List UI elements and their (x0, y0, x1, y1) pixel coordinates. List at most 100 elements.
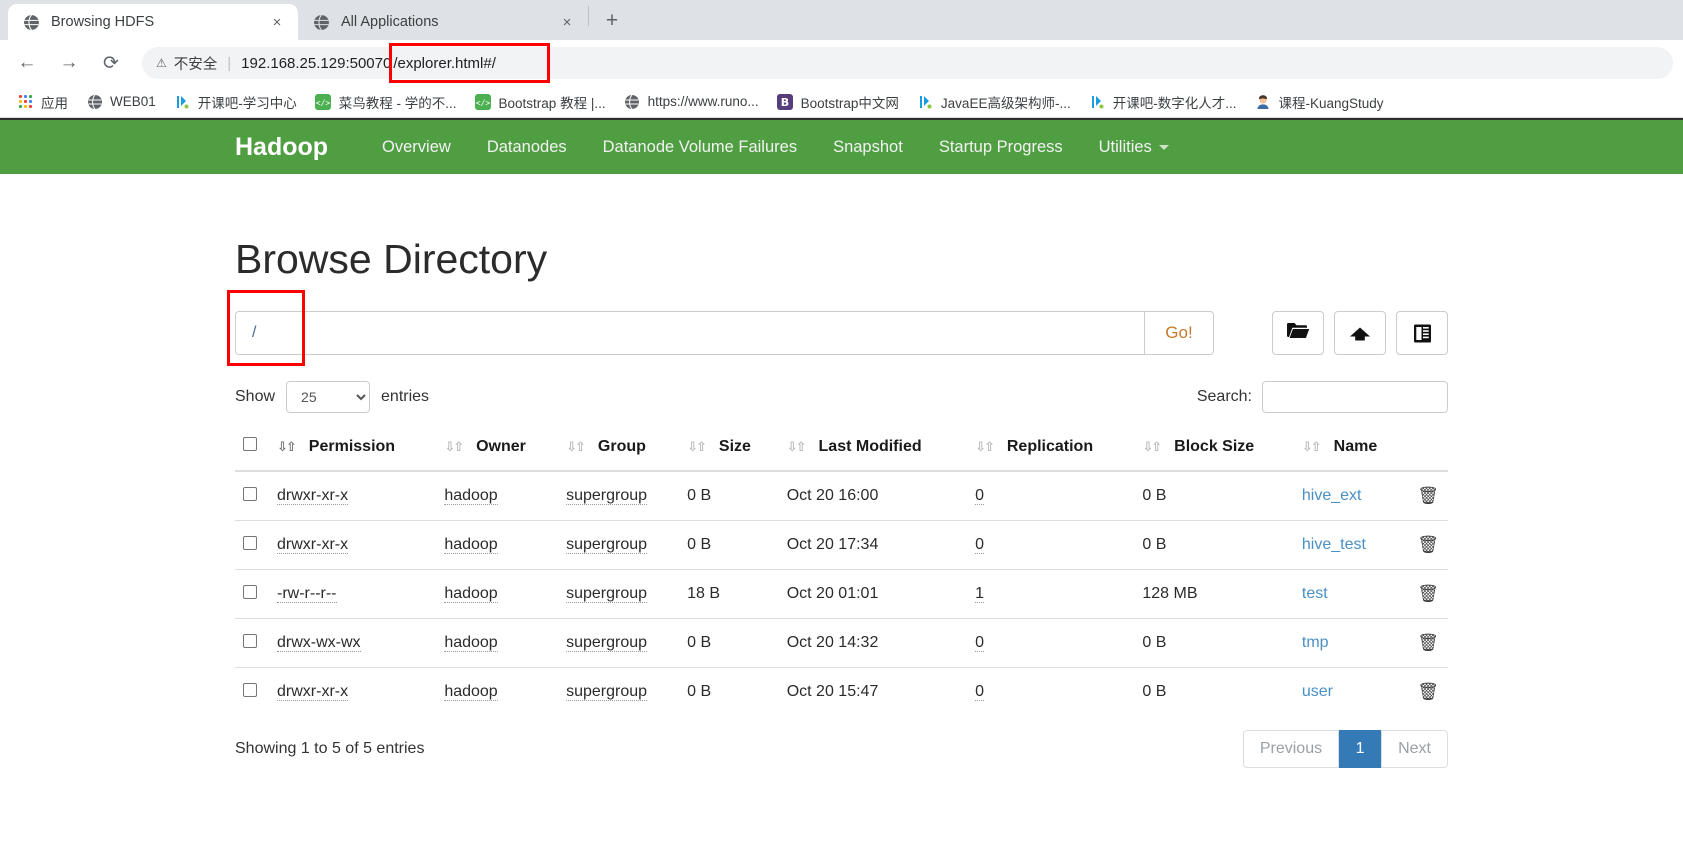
cell-delete[interactable]: 🗑 (1408, 618, 1448, 668)
nav-item-datanode-volume-failures[interactable]: Datanode Volume Failures (585, 138, 815, 157)
bookmark-javaee-architect[interactable]: JavaEE高级架构师-... (908, 89, 1080, 115)
row-checkbox[interactable] (243, 584, 257, 599)
bookmark-runoob-url[interactable]: https://www.runo... (615, 89, 768, 115)
row-checkbox[interactable] (243, 486, 257, 501)
group-value[interactable]: supergroup (566, 536, 648, 554)
replication-value[interactable]: 0 (975, 634, 984, 652)
address-bar[interactable]: ⚠ 不安全 | 192.168.25.129:50070/explorer.ht… (142, 42, 1673, 83)
file-name-link[interactable]: tmp (1302, 634, 1329, 651)
replication-value[interactable]: 0 (975, 683, 984, 701)
file-name-link[interactable]: hive_ext (1302, 487, 1362, 504)
row-select-cell[interactable] (235, 520, 269, 570)
group-value[interactable]: supergroup (566, 487, 648, 505)
replication-value[interactable]: 0 (975, 536, 984, 554)
nav-item-overview[interactable]: Overview (364, 138, 469, 157)
pagination-next[interactable]: Next (1381, 730, 1448, 768)
trash-icon[interactable]: 🗑 (1417, 633, 1439, 652)
permission-value[interactable]: drwx-wx-wx (277, 634, 361, 652)
row-select-cell[interactable] (235, 470, 269, 521)
trash-icon[interactable]: 🗑 (1417, 486, 1439, 505)
row-select-cell[interactable] (235, 569, 269, 619)
row-select-cell[interactable] (235, 618, 269, 668)
browser-tab-all-applications[interactable]: All Applications × (298, 4, 588, 40)
group-value[interactable]: supergroup (566, 683, 648, 701)
search-input[interactable] (1262, 381, 1448, 413)
column-header-owner[interactable]: ⇩⇧ Owner (436, 425, 559, 472)
column-header-last-modified[interactable]: ⇩⇧ Last Modified (778, 425, 968, 472)
browser-tab-browsing-hdfs[interactable]: Browsing HDFS × (8, 4, 298, 40)
cut-paste-button[interactable] (1396, 311, 1448, 355)
bookmark-kaikeba-digital[interactable]: 开课吧-数字化人才... (1080, 89, 1246, 115)
group-value[interactable]: supergroup (566, 585, 648, 603)
bookmark-bootstrap-tutorial[interactable]: </> Bootstrap 教程 |... (466, 89, 615, 115)
owner-value[interactable]: hadoop (444, 536, 498, 554)
permission-value[interactable]: drwxr-xr-x (277, 683, 349, 701)
create-directory-button[interactable] (1272, 311, 1324, 355)
sort-icon[interactable]: ⇩⇧ (277, 440, 297, 455)
pagination-page-1[interactable]: 1 (1339, 730, 1382, 768)
column-header-block-size[interactable]: ⇩⇧ Block Size (1134, 425, 1294, 472)
replication-value[interactable]: 0 (975, 487, 984, 505)
replication-value[interactable]: 1 (975, 585, 984, 603)
table-row[interactable]: drwxr-xr-x hadoop supergroup 0 B Oct 20 … (235, 520, 1448, 570)
file-name-link[interactable]: user (1302, 683, 1333, 700)
permission-value[interactable]: drwxr-xr-x (277, 487, 349, 505)
table-row[interactable]: -rw-r--r-- hadoop supergroup 18 B Oct 20… (235, 569, 1448, 619)
nav-item-utilities[interactable]: Utilities (1081, 138, 1187, 157)
pagination-previous[interactable]: Previous (1242, 730, 1340, 768)
sort-icon[interactable]: ⇩⇧ (975, 440, 995, 455)
bookmark-runoob[interactable]: </> 菜鸟教程 - 学的不... (306, 89, 466, 115)
owner-value[interactable]: hadoop (444, 634, 498, 652)
sort-icon[interactable]: ⇩⇧ (1302, 440, 1322, 455)
cell-delete[interactable]: 🗑 (1408, 667, 1448, 716)
nav-item-startup-progress[interactable]: Startup Progress (921, 138, 1081, 157)
reload-button[interactable]: ⟳ (94, 46, 128, 80)
back-button[interactable]: ← (10, 46, 44, 80)
select-all-checkbox[interactable] (243, 437, 257, 451)
owner-value[interactable]: hadoop (444, 683, 498, 701)
column-header-group[interactable]: ⇩⇧ Group (558, 425, 680, 472)
cell-delete[interactable]: 🗑 (1408, 470, 1448, 521)
bookmark-bootstrap-cn[interactable]: B Bootstrap中文网 (768, 89, 908, 115)
file-name-link[interactable]: hive_test (1302, 536, 1366, 553)
sort-icon[interactable]: ⇩⇧ (687, 440, 707, 455)
owner-value[interactable]: hadoop (444, 487, 498, 505)
table-row[interactable]: drwxr-xr-x hadoop supergroup 0 B Oct 20 … (235, 667, 1448, 716)
owner-value[interactable]: hadoop (444, 585, 498, 603)
new-tab-button[interactable]: + (595, 4, 629, 38)
forward-button[interactable]: → (52, 46, 86, 80)
trash-icon[interactable]: 🗑 (1417, 682, 1439, 701)
sort-icon[interactable]: ⇩⇧ (1142, 440, 1162, 455)
path-input[interactable] (290, 311, 1144, 355)
bookmark-web01[interactable]: WEB01 (77, 89, 165, 115)
bookmark-kuangstudy[interactable]: 课程-KuangStudy (1245, 89, 1392, 115)
go-button[interactable]: Go! (1144, 311, 1214, 355)
sort-icon[interactable]: ⇩⇧ (444, 440, 464, 455)
trash-icon[interactable]: 🗑 (1417, 584, 1439, 603)
close-icon[interactable]: × (556, 11, 578, 33)
entries-select[interactable]: 25 (286, 381, 371, 413)
select-all-header[interactable] (235, 425, 269, 472)
table-row[interactable]: drwx-wx-wx hadoop supergroup 0 B Oct 20 … (235, 618, 1448, 668)
row-select-cell[interactable] (235, 667, 269, 716)
file-name-link[interactable]: test (1302, 585, 1328, 602)
sort-icon[interactable]: ⇩⇧ (787, 440, 807, 455)
cell-delete[interactable]: 🗑 (1408, 569, 1448, 619)
permission-value[interactable]: drwxr-xr-x (277, 536, 349, 554)
row-checkbox[interactable] (243, 535, 257, 550)
hadoop-brand[interactable]: Hadoop (235, 133, 328, 162)
column-header-permission[interactable]: ⇩⇧ Permission (269, 425, 437, 472)
cell-delete[interactable]: 🗑 (1408, 520, 1448, 570)
sort-icon[interactable]: ⇩⇧ (566, 440, 586, 455)
group-value[interactable]: supergroup (566, 634, 648, 652)
not-secure-indicator[interactable]: ⚠ 不安全 (156, 53, 217, 74)
nav-item-snapshot[interactable]: Snapshot (815, 138, 921, 157)
bookmark-apps[interactable]: 应用 (8, 89, 77, 115)
bookmark-kaikeba-study[interactable]: 开课吧-学习中心 (165, 89, 306, 115)
upload-files-button[interactable] (1334, 311, 1386, 355)
column-header-replication[interactable]: ⇩⇧ Replication (967, 425, 1135, 472)
table-row[interactable]: drwxr-xr-x hadoop supergroup 0 B Oct 20 … (235, 470, 1448, 521)
close-icon[interactable]: × (266, 11, 288, 33)
trash-icon[interactable]: 🗑 (1417, 535, 1439, 554)
row-checkbox[interactable] (243, 633, 257, 648)
